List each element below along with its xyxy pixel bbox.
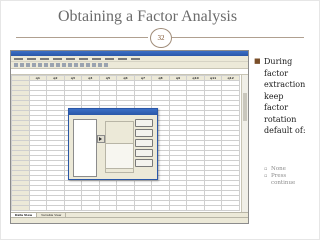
sub-bullet-text: Press continue <box>271 173 296 186</box>
sub-bullet-marker-icon: ▫ <box>264 166 268 172</box>
data-cell[interactable] <box>28 205 48 211</box>
spss-screenshot: q1 q2 q3 q4 q5 q6 q7 q8 q9 q10 q11 q12 Data View Va… <box>10 50 249 224</box>
data-cell[interactable] <box>116 205 135 211</box>
title-rule-left <box>16 37 148 38</box>
data-cell[interactable] <box>186 205 205 211</box>
sub-bullet-text: None <box>271 166 286 172</box>
status-bar <box>11 217 248 223</box>
scroll-thumb[interactable] <box>243 93 247 121</box>
data-cell[interactable] <box>133 205 153 211</box>
sub-bullet-list: ▫ None ▫ Press continue <box>264 166 318 187</box>
data-cell[interactable] <box>81 205 100 211</box>
sub-bullet-item: ▫ Press continue <box>264 173 318 187</box>
main-bullet-text: During factor extraction keep factor rot… <box>264 57 306 135</box>
move-arrow-icon[interactable] <box>97 135 105 143</box>
dialog-button[interactable] <box>135 159 153 167</box>
dialog-button[interactable] <box>135 119 153 127</box>
data-cell[interactable] <box>46 205 65 211</box>
dialog-button[interactable] <box>135 149 153 157</box>
table-row <box>11 205 240 211</box>
dialog-button[interactable] <box>135 139 153 147</box>
dialog-button[interactable] <box>135 129 153 137</box>
sub-bullet-marker-icon: ▫ <box>264 173 268 179</box>
dialog-buttons <box>135 119 153 167</box>
slide-title: Obtaining a Factor Analysis <box>58 8 238 25</box>
data-cell[interactable] <box>151 205 170 211</box>
data-cell[interactable] <box>63 205 83 211</box>
factor-analysis-dialog <box>68 108 158 180</box>
vertical-scrollbar[interactable] <box>241 75 248 213</box>
main-bullet: ■ During factor extraction keep factor r… <box>254 56 318 137</box>
title-rule-right <box>172 37 304 38</box>
sub-bullet-item: ▫ None <box>264 166 318 173</box>
data-cell[interactable] <box>221 205 240 211</box>
dialog-variable-list[interactable] <box>73 119 97 177</box>
page-number-badge: 32 <box>150 28 172 48</box>
data-cell[interactable] <box>168 205 188 211</box>
toolbar <box>11 62 248 69</box>
dialog-titlebar <box>69 109 157 115</box>
data-cell[interactable] <box>203 205 223 211</box>
display-group <box>105 143 134 169</box>
row-number[interactable] <box>11 205 30 211</box>
data-cell[interactable] <box>98 205 118 211</box>
bullet-marker-icon: ■ <box>254 57 261 65</box>
